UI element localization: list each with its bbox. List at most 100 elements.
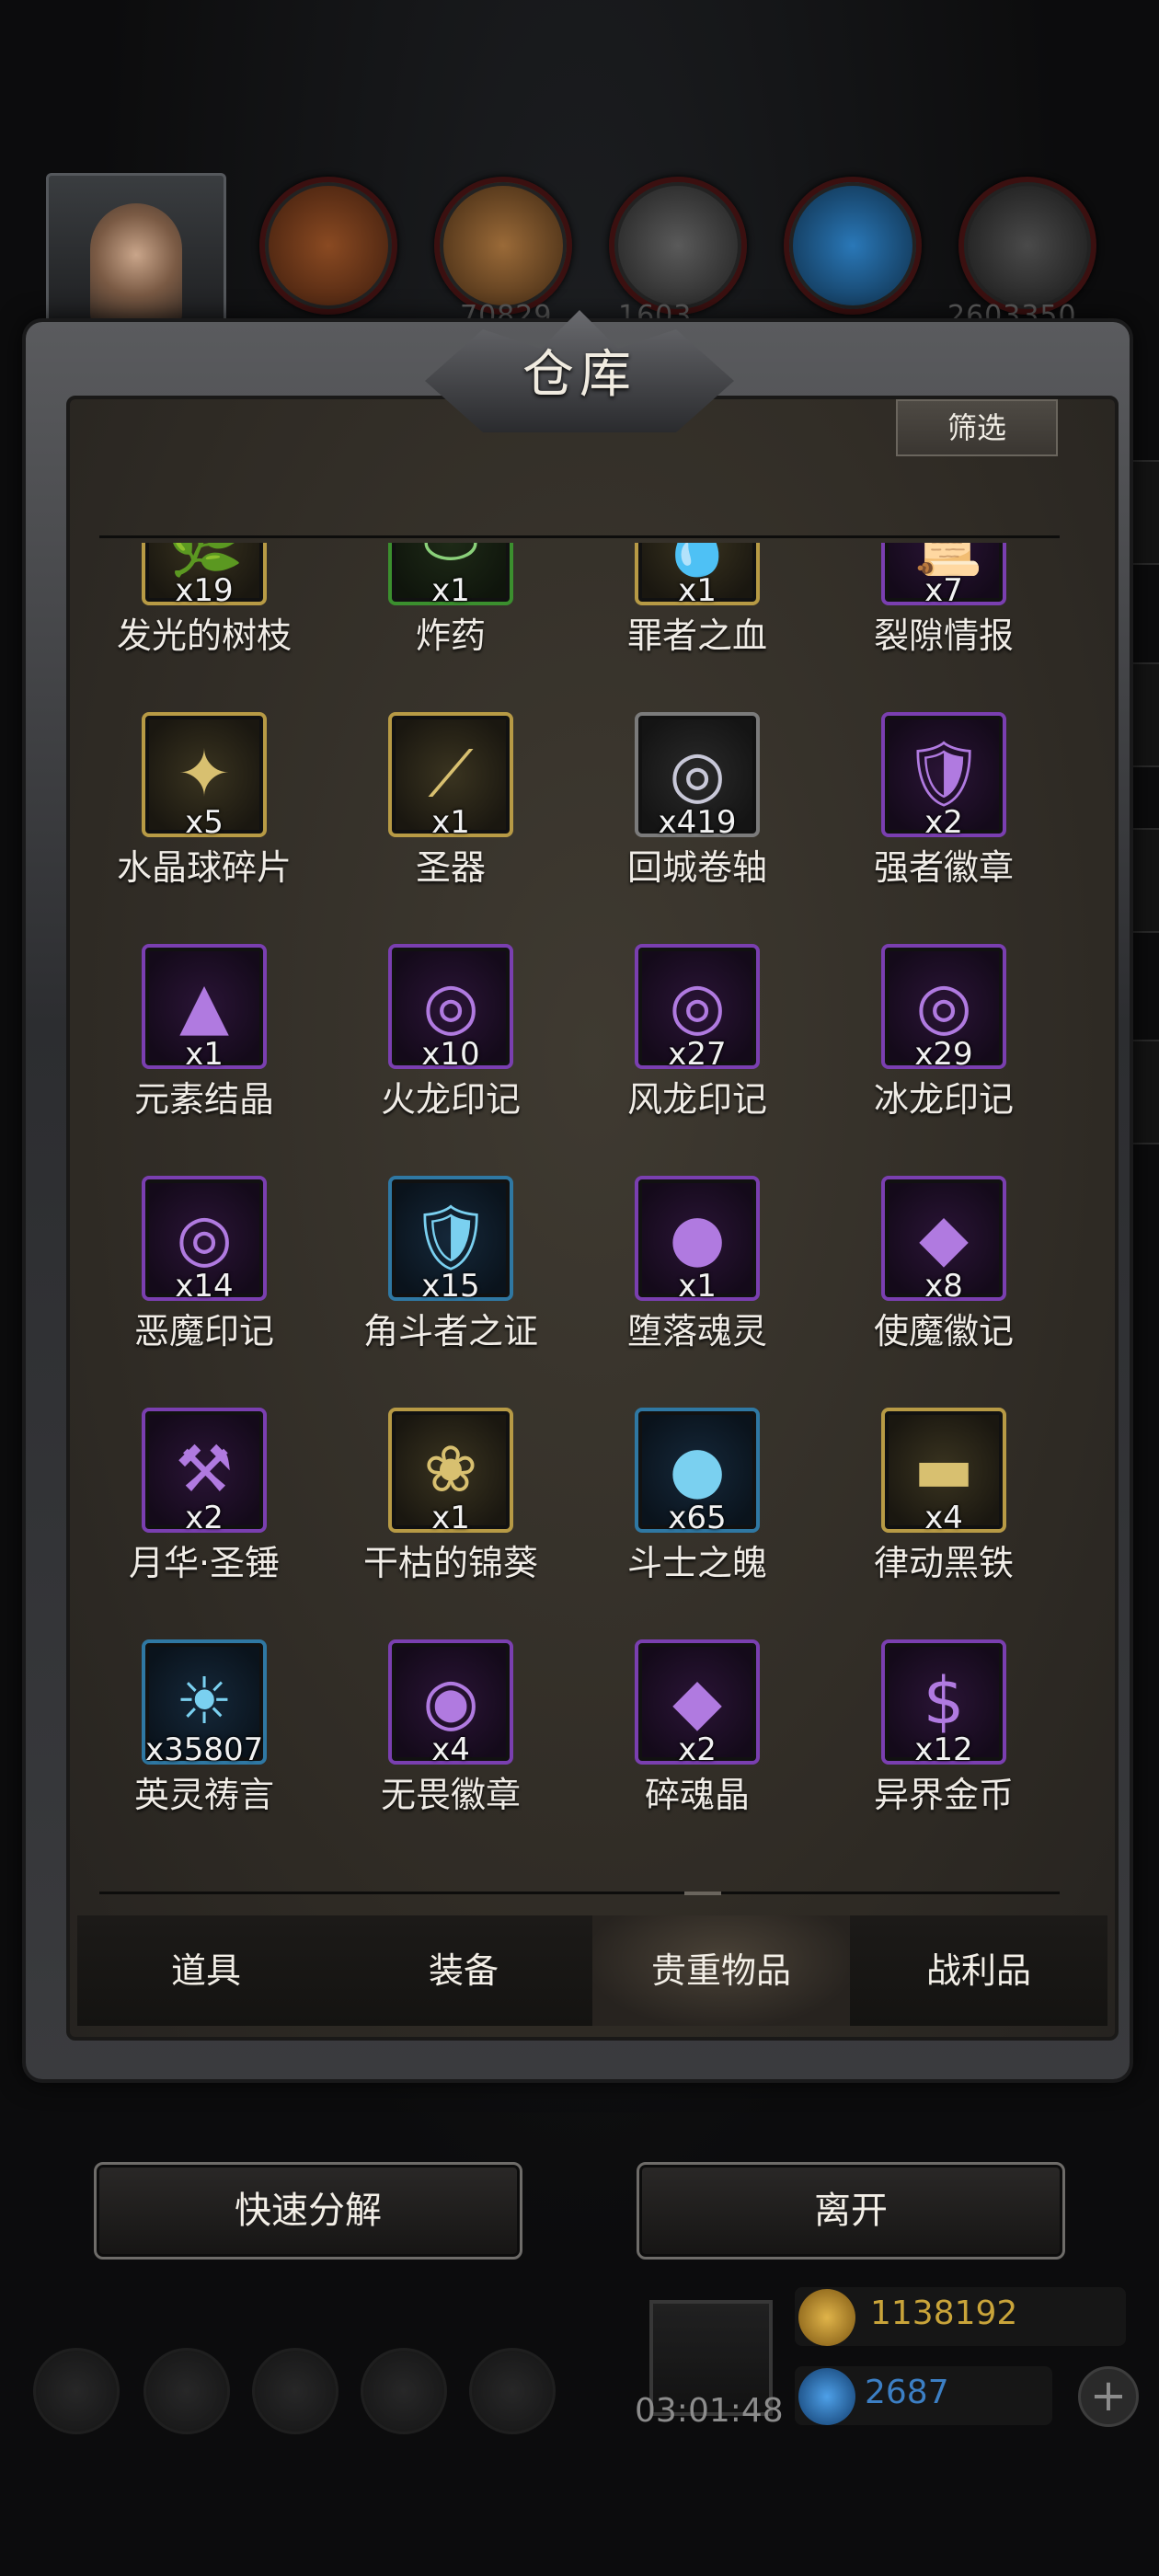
item-cell[interactable]: ◎ x419 回城卷轴 (592, 712, 813, 914)
item-slot[interactable]: 📜x7 (881, 543, 1006, 609)
item-slot[interactable]: ▬ x4 (881, 1408, 1006, 1536)
holy-blade-icon: ⟋ (428, 736, 474, 811)
item-count: x65 (668, 1500, 727, 1536)
guild-icon[interactable] (252, 2348, 339, 2434)
item-slot[interactable]: ● x65 (635, 1408, 760, 1536)
item-cell[interactable]: ❀ x1 干枯的锦葵 (346, 1408, 567, 1610)
gift-timer: 03:01:48 (635, 2392, 784, 2430)
item-name: 裂隙情报 (873, 615, 1014, 656)
item-count: x1 (185, 1036, 224, 1073)
item-slot[interactable]: ⟋ x1 (388, 712, 513, 841)
item-slot[interactable]: ⬭x1 (388, 543, 513, 609)
item-cell[interactable]: ◎ x27 风龙印记 (592, 944, 813, 1146)
black-iron-icon: ▬ (912, 1432, 975, 1507)
tab-valuables[interactable]: 贵重物品 (592, 1915, 850, 2026)
item-slot[interactable]: ◎ x29 (881, 944, 1006, 1073)
tab-equipment[interactable]: 装备 (335, 1915, 592, 2026)
add-currency-button[interactable]: + (1078, 2366, 1139, 2427)
item-cell[interactable]: ▲ x1 元素结晶 (99, 944, 320, 1146)
gladiator-proof-icon: 🛡 (409, 1200, 492, 1275)
divider-top (99, 535, 1060, 538)
fire-dragon-mark-icon: ◎ (422, 968, 479, 1043)
item-count: x4 (924, 1500, 963, 1536)
item-slot[interactable]: 🛡 x15 (388, 1176, 513, 1305)
item-count: x1 (678, 572, 717, 609)
item-slot[interactable]: ◆ x2 (635, 1639, 760, 1768)
item-cell[interactable]: ⟋ x1 圣器 (346, 712, 567, 914)
moonlight-hammer-icon: ⚒ (175, 1432, 234, 1507)
item-slot[interactable]: ✦ x5 (142, 712, 267, 841)
iron-icon[interactable] (609, 177, 747, 315)
filter-button[interactable]: 筛选 (896, 399, 1058, 456)
item-count: x35807 (145, 1731, 264, 1768)
item-cell[interactable]: ● x1 堕落魂灵 (592, 1176, 813, 1378)
item-count: x419 (658, 804, 737, 841)
achievement-icon[interactable] (143, 2348, 230, 2434)
item-name: 回城卷轴 (626, 847, 767, 888)
crystal-icon[interactable] (784, 177, 922, 315)
item-name: 强者徽章 (873, 847, 1014, 888)
item-count: x7 (924, 572, 963, 609)
tab-spoils[interactable]: 战利品 (850, 1915, 1107, 2026)
item-slot[interactable]: ◆ x8 (881, 1176, 1006, 1305)
item-cell[interactable]: ⚒ x2 月华·圣锤 (99, 1408, 320, 1610)
heroic-prayer-icon: ☀ (175, 1663, 234, 1739)
withered-mallow-icon: ❀ (423, 1432, 478, 1507)
item-name: 冰龙印记 (873, 1079, 1014, 1120)
leave-button[interactable]: 离开 (637, 2162, 1065, 2260)
item-slot[interactable]: ◎ x419 (635, 712, 760, 841)
item-cell[interactable]: 🛡 x15 角斗者之证 (346, 1176, 567, 1378)
mail-icon[interactable] (361, 2348, 447, 2434)
item-count: x5 (185, 804, 224, 841)
shop-icon[interactable] (469, 2348, 556, 2434)
settings-icon[interactable] (33, 2348, 120, 2434)
item-cell[interactable]: 🌿x19 发光的树枝 (99, 543, 320, 683)
item-cell[interactable]: ◆ x2 碎魂晶 (592, 1639, 813, 1842)
item-name: 发光的树枝 (116, 615, 292, 656)
item-slot[interactable]: ◎ x14 (142, 1176, 267, 1305)
item-cell[interactable]: 🛡 x2 强者徽章 (839, 712, 1060, 914)
quick-decompose-button[interactable]: 快速分解 (94, 2162, 522, 2260)
item-slot[interactable]: ❀ x1 (388, 1408, 513, 1536)
portrait (90, 203, 182, 332)
crystal-shard-icon: ✦ (177, 736, 232, 811)
item-slot[interactable]: ☀ x35807 (142, 1639, 267, 1768)
window-title: 仓库 (522, 345, 637, 405)
item-cell[interactable]: $ x12 异界金币 (839, 1639, 1060, 1842)
item-slot[interactable]: $ x12 (881, 1639, 1006, 1768)
item-cell[interactable]: ◆ x8 使魔徽记 (839, 1176, 1060, 1378)
item-grid[interactable]: 🌿x19发光的树枝⬭x1炸药💧x1罪者之血📜x7裂隙情报✦x5水晶球碎片⟋x1圣… (99, 543, 1060, 1868)
item-cell[interactable]: ◎ x10 火龙印记 (346, 944, 567, 1146)
ore-icon[interactable] (259, 177, 397, 315)
item-cell[interactable]: ◎ x29 冰龙印记 (839, 944, 1060, 1146)
item-slot[interactable]: ◎ x27 (635, 944, 760, 1073)
item-name: 碎魂晶 (644, 1775, 750, 1815)
item-count: x4 (431, 1731, 470, 1768)
tab-items[interactable]: 道具 (77, 1915, 335, 2026)
item-slot[interactable]: ◎ x10 (388, 944, 513, 1073)
item-cell[interactable]: ✦ x5 水晶球碎片 (99, 712, 320, 914)
item-slot[interactable]: 🛡 x2 (881, 712, 1006, 841)
item-cell[interactable]: 📜x7 裂隙情报 (839, 543, 1060, 683)
item-cell[interactable]: 💧x1 罪者之血 (592, 543, 813, 683)
item-cell[interactable]: ◉ x4 无畏徽章 (346, 1639, 567, 1842)
stone-icon[interactable] (958, 177, 1096, 315)
item-name: 火龙印记 (380, 1079, 521, 1120)
item-slot[interactable]: 🌿x19 (142, 543, 267, 609)
item-slot[interactable]: ▲ x1 (142, 944, 267, 1073)
fearless-badge-icon: ◉ (422, 1663, 479, 1739)
item-cell[interactable]: ● x65 斗士之魄 (592, 1408, 813, 1610)
item-cell[interactable]: ◎ x14 恶魔印记 (99, 1176, 320, 1378)
item-slot[interactable]: ● x1 (635, 1176, 760, 1305)
item-cell[interactable]: ▬ x4 律动黑铁 (839, 1408, 1060, 1610)
item-slot[interactable]: ⚒ x2 (142, 1408, 267, 1536)
item-slot[interactable]: 💧x1 (635, 543, 760, 609)
item-cell[interactable]: ☀ x35807 英灵祷言 (99, 1639, 320, 1842)
divider-bottom (99, 1892, 1060, 1894)
item-slot[interactable]: ◉ x4 (388, 1639, 513, 1768)
item-count: x12 (914, 1731, 973, 1768)
player-avatar[interactable] (46, 173, 226, 344)
wood-icon[interactable] (434, 177, 572, 315)
item-name: 圣器 (415, 847, 486, 888)
item-cell[interactable]: ⬭x1 炸药 (346, 543, 567, 683)
